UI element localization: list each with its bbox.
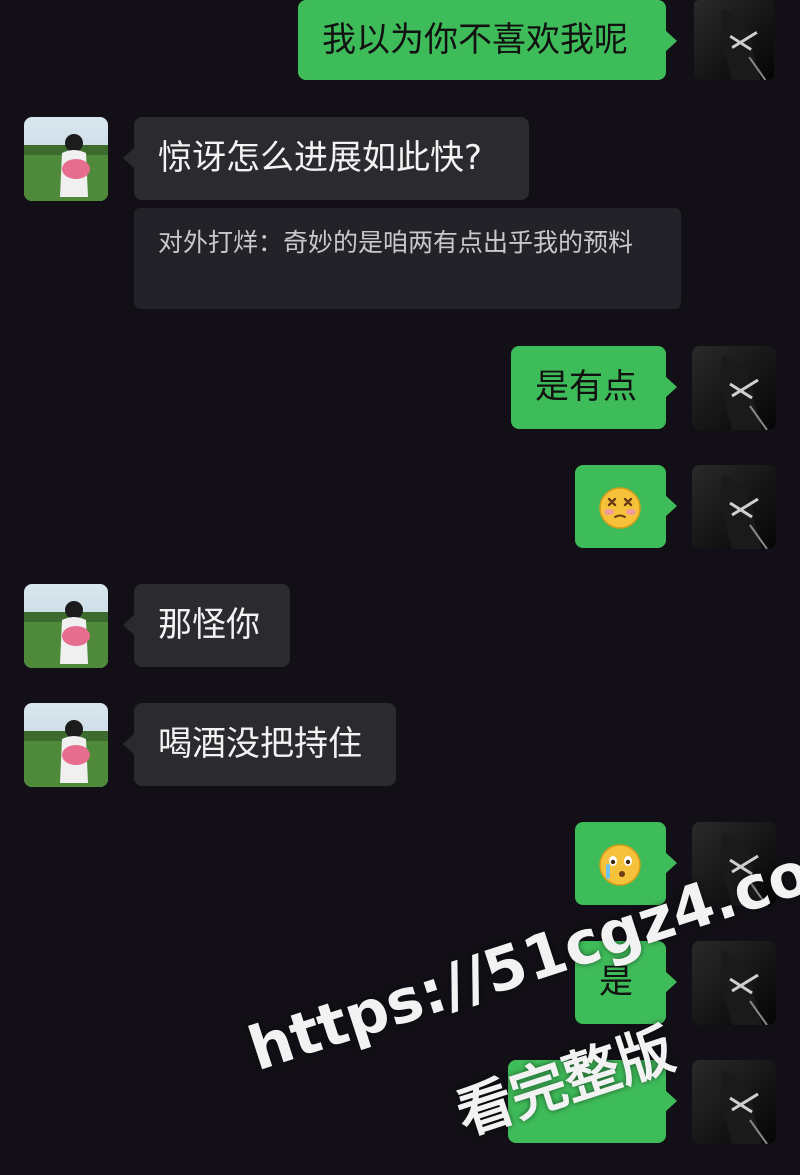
contact-avatar[interactable] [24,117,108,201]
message-bubble[interactable]: 喝酒没把持住 [123,703,396,786]
message-bubble[interactable] [575,465,677,548]
my-avatar[interactable] [692,465,776,549]
tearful-face-emoji-icon [599,843,641,886]
message-bubble[interactable]: 那怪你 [123,584,290,667]
message-bubble[interactable]: 是有点 [511,346,677,429]
quoted-message[interactable]: 对外打烊：奇妙的是咱两有点出乎我的预料 [134,208,681,309]
contact-avatar[interactable] [24,584,108,668]
dizzy-face-emoji-icon [599,486,641,529]
contact-avatar[interactable] [24,703,108,787]
message-bubble[interactable]: 我以为你不喜欢我呢 [298,0,677,80]
message-bubble[interactable]: 惊讶怎么进展如此快? [123,117,529,200]
my-avatar[interactable] [692,1060,776,1144]
my-avatar[interactable] [692,0,776,80]
my-avatar[interactable] [692,941,776,1025]
my-avatar[interactable] [692,346,776,430]
